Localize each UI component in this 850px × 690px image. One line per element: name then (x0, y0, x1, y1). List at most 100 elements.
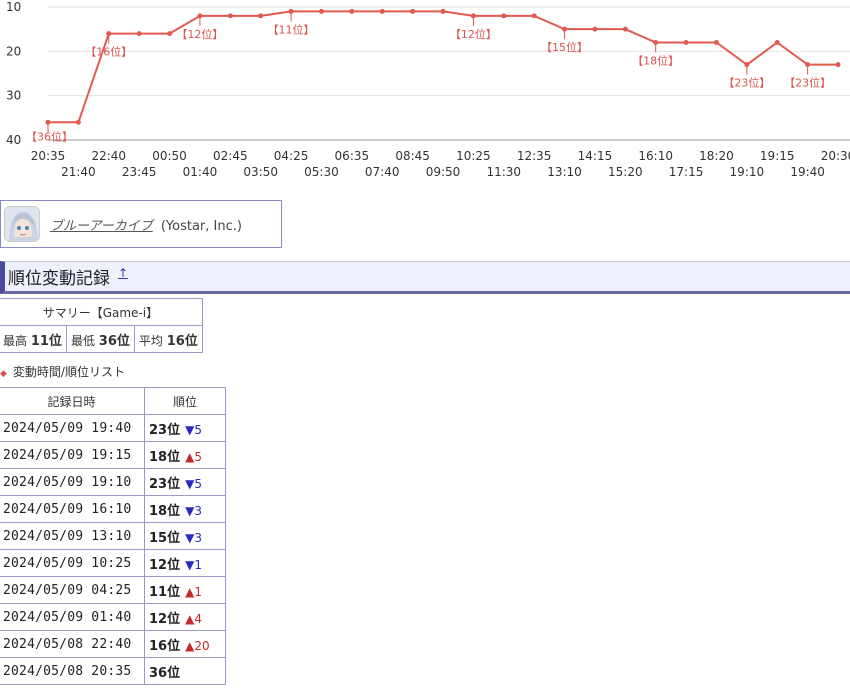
history-rank: 15位 (149, 530, 181, 546)
x-tick-label: 07:40 (365, 165, 400, 179)
rank-delta: 3 (194, 530, 202, 545)
history-date: 2024/05/08 22:40 (0, 630, 145, 658)
rank-delta: 1 (194, 557, 202, 572)
rank-label: 【18位】 (632, 53, 679, 67)
data-point (501, 13, 507, 19)
y-tick-label: 20 (6, 44, 21, 58)
x-tick-label: 14:15 (578, 149, 613, 163)
history-row: 2024/05/09 19:10 23位 ▼5 (0, 468, 226, 496)
history-rank-cell: 11位 ▲1 (144, 576, 226, 604)
app-publisher: (Yostar, Inc.) (160, 218, 242, 234)
x-tick-label: 23:45 (122, 165, 157, 179)
history-row: 2024/05/08 20:35 36位 (0, 657, 226, 685)
x-tick-label: 04:25 (274, 149, 309, 163)
triangle-up-icon: ▲ (185, 611, 195, 626)
x-tick-label: 05:30 (304, 165, 339, 179)
history-header-rank: 順位 (144, 387, 226, 415)
summary-caption: サマリー【Game-i】 (0, 298, 203, 326)
rank-delta: 5 (194, 476, 202, 491)
data-point (258, 13, 264, 19)
rank-down-indicator: ▼5 (185, 477, 202, 491)
history-rank-cell: 18位 ▲5 (144, 441, 226, 469)
history-rank: 23位 (149, 422, 181, 438)
history-row: 2024/05/08 22:40 16位 ▲20 (0, 630, 226, 658)
triangle-down-icon: ▼ (185, 530, 195, 545)
summary-worst-cell: 最低 36位 (65, 325, 135, 353)
rank-chart-svg: 10 20 30 40 20:35 22:40 00:50 02:45 04:25 06:35 08… (6, 0, 850, 179)
history-rank: 11位 (149, 584, 181, 600)
rank-delta: 4 (194, 611, 202, 626)
rank-label: 【23位】 (784, 76, 831, 90)
history-date: 2024/05/09 19:15 (0, 441, 145, 469)
data-point (562, 26, 568, 32)
app-name-link[interactable]: ブルーアーカイブ (50, 219, 153, 234)
data-point (835, 62, 841, 68)
x-tick-label: 20:30 (821, 149, 850, 163)
rank-label: 【12位】 (176, 27, 223, 41)
data-point (622, 26, 628, 32)
x-tick-label: 19:40 (790, 165, 825, 179)
rank-label: 【15位】 (541, 40, 588, 54)
history-rank: 16位 (149, 638, 181, 654)
history-rank-cell: 18位 ▼3 (144, 495, 226, 523)
data-point (744, 62, 750, 68)
rank-delta: 5 (194, 449, 202, 464)
history-rank-cell: 36位 (144, 657, 226, 685)
summary-best-label: 最高 (3, 333, 28, 348)
triangle-down-icon: ▼ (185, 476, 195, 491)
data-point (683, 39, 689, 45)
rank-up-indicator: ▲5 (185, 450, 202, 464)
history-row: 2024/05/09 19:15 18位 ▲5 (0, 441, 226, 469)
rank-up-indicator: ▲4 (185, 612, 202, 626)
rank-label: 【36位】 (26, 129, 73, 143)
data-point (410, 8, 416, 14)
data-point (106, 31, 112, 37)
rank-delta: 5 (194, 422, 202, 437)
section-title: 順位変動記録 (8, 269, 110, 289)
rank-down-indicator: ▼1 (185, 558, 202, 572)
history-list-text: 変動時間/順位リスト (12, 365, 125, 379)
history-date: 2024/05/08 20:35 (0, 657, 145, 685)
data-point (653, 39, 659, 45)
history-date: 2024/05/09 10:25 (0, 549, 145, 577)
back-to-top-link[interactable]: ↑ (118, 266, 128, 280)
app-info-box: ブルーアーカイブ (Yostar, Inc.) (0, 200, 282, 248)
x-tick-label: 08:45 (395, 149, 430, 163)
history-rank: 18位 (149, 503, 181, 519)
summary-best-value: 11位 (30, 333, 62, 349)
triangle-up-icon: ▲ (185, 584, 195, 599)
character-avatar-icon[interactable] (4, 206, 40, 242)
history-row: 2024/05/09 16:10 18位 ▼3 (0, 495, 226, 523)
history-row: 2024/05/09 04:25 11位 ▲1 (0, 576, 226, 604)
summary-avg-label: 平均 (138, 333, 163, 348)
rank-label: 【11位】 (268, 22, 315, 36)
x-tick-label: 16:10 (638, 149, 673, 163)
history-date: 2024/05/09 04:25 (0, 576, 145, 604)
history-rank-cell: 23位 ▼5 (144, 468, 226, 496)
history-list-label: ◆ 変動時間/順位リスト (0, 363, 125, 380)
x-tick-label: 11:30 (486, 165, 521, 179)
x-tick-label: 03:50 (243, 165, 278, 179)
history-table: 記録日時 順位 2024/05/09 19:40 23位 ▼5 2024/05/09 … (0, 387, 226, 685)
rank-chart: 10 20 30 40 20:35 22:40 00:50 02:45 04:25 06:35 08… (0, 0, 850, 185)
x-tick-label: 01:40 (183, 165, 218, 179)
rank-down-indicator: ▼3 (185, 531, 202, 545)
data-point (440, 8, 446, 14)
history-rank: 23位 (149, 476, 181, 492)
rank-delta: 3 (194, 503, 202, 518)
data-point (379, 8, 385, 14)
history-rank-cell: 15位 ▼3 (144, 522, 226, 550)
app-info-text: ブルーアーカイブ (Yostar, Inc.) (50, 215, 242, 234)
x-tick-label: 17:15 (669, 165, 704, 179)
y-tick-label: 40 (6, 133, 21, 147)
summary-best-cell: 最高 11位 (0, 325, 67, 353)
summary-worst-label: 最低 (70, 333, 95, 348)
x-tick-label: 10:25 (456, 149, 491, 163)
triangle-up-icon: ▲ (185, 449, 195, 464)
x-tick-label: 15:20 (608, 165, 643, 179)
x-tick-label: 00:50 (152, 149, 187, 163)
data-point (45, 119, 51, 125)
rank-up-indicator: ▲20 (185, 639, 210, 653)
x-tick-label: 22:40 (91, 149, 126, 163)
summary-worst-value: 36位 (98, 333, 130, 349)
